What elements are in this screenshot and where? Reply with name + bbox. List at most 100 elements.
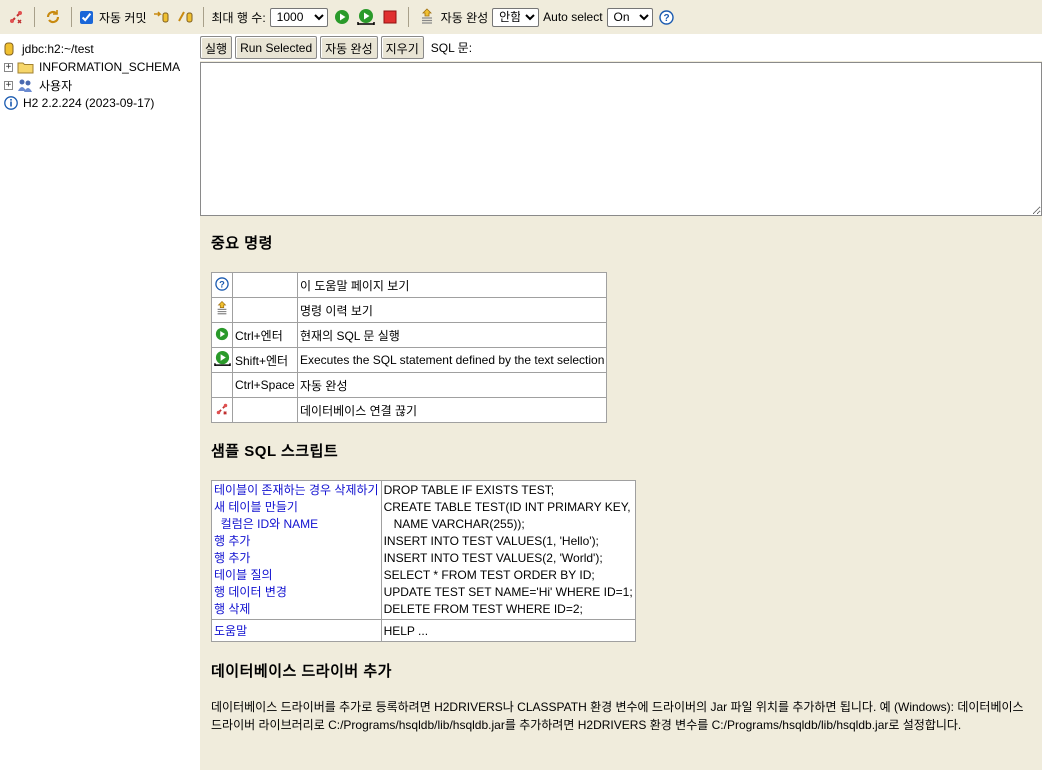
sample-sql-table: 테이블이 존재하는 경우 삭제하기 새 테이블 만들기 컬럼은 ID와 NAME 행… [211,480,636,642]
toolbar-divider [71,7,72,27]
important-commands-title: 중요 명령 [211,235,273,252]
svg-text:?: ? [219,279,225,289]
svg-text:?: ? [663,13,669,24]
sample-links-cell: 테이블이 존재하는 경우 삭제하기 새 테이블 만들기 컬럼은 ID와 NAME 행… [211,480,382,620]
tree-information-schema[interactable]: + INFORMATION_SCHEMA [4,58,200,76]
history-icon[interactable] [417,7,437,27]
sql-statement-label: SQL 문: [430,41,473,55]
run-selected-button[interactable]: Run Selected [235,36,318,59]
main-panel: 실행 Run Selected 자동 완성 지우기 SQL 문: 중요 명령 ?… [200,34,1042,770]
toolbar-divider [407,7,409,27]
object-tree: jdbc:h2:~/test + INFORMATION_SCHEMA + 사용… [0,34,200,770]
shortcut-key: Ctrl+엔터 [232,322,298,348]
tree-connection-label: jdbc:h2:~/test [22,42,94,56]
tree-schema-label: INFORMATION_SCHEMA [39,60,181,74]
sample-link[interactable]: 행 데이터 변경 [214,584,379,601]
command-description: Executes the SQL statement defined by th… [296,347,608,373]
sql-editor[interactable] [200,62,1042,216]
expand-icon[interactable]: + [4,62,13,72]
table-row: 테이블이 존재하는 경우 삭제하기 새 테이블 만들기 컬럼은 ID와 NAME 행… [211,480,636,620]
sample-sql-line: INSERT INTO TEST VALUES(1, 'Hello'); [383,534,599,548]
sample-link[interactable]: 컬럼은 ID와 NAME [214,516,379,533]
run-selected-icon [211,347,233,373]
table-row: 명령 이력 보기 [211,297,608,323]
sample-sql-title: 샘플 SQL 스크립트 [211,443,339,460]
table-row: 도움말 HELP ... [211,619,636,642]
autocommit-checkbox[interactable] [80,10,93,24]
driver-paragraph: 데이터베이스 드라이버를 추가로 등록하려면 H2DRIVERS나 CLASSP… [211,700,1024,732]
database-icon [4,42,17,56]
rollback-icon[interactable] [151,7,171,27]
run-selected-icon[interactable] [356,7,376,27]
command-description: 데이터베이스 연결 끊기 [296,397,608,423]
sample-link[interactable]: 행 추가 [214,550,379,567]
run-icon[interactable] [332,7,352,27]
sample-sql-line: SELECT * FROM TEST ORDER BY ID; [383,568,595,582]
sample-link[interactable]: 테이블이 존재하는 경우 삭제하기 [214,482,379,499]
sample-sql-line: CREATE TABLE TEST(ID INT PRIMARY KEY, [383,500,631,514]
tree-version-label: H2 2.2.224 (2023-09-17) [23,96,155,110]
autoselect-label: Auto select [543,10,603,24]
help-icon[interactable]: ? [657,7,677,27]
folder-icon [17,61,34,74]
help-panel: 중요 명령 ? 이 도움말 페이지 보기 명령 이력 보기 Ctrl+엔터 현재의 SQ… [211,232,1041,734]
clear-button[interactable]: 지우기 [380,36,424,59]
tree-connection[interactable]: jdbc:h2:~/test [4,40,200,58]
run-button[interactable]: 실행 [200,36,233,59]
command-description: 현재의 SQL 문 실행 [296,322,608,348]
sample-sql-cell: DROP TABLE IF EXISTS TEST; CREATE TABLE T… [380,480,636,620]
command-description: 자동 완성 [296,372,608,398]
autocomplete-select[interactable]: 안함 [492,7,540,27]
autocomplete-label: 자동 완성 [440,10,489,25]
command-description: 이 도움말 페이지 보기 [296,272,608,298]
commit-icon[interactable] [175,7,195,27]
max-rows-select[interactable]: 1000 [269,7,328,27]
table-row: ? 이 도움말 페이지 보기 [211,272,608,298]
query-buttonbar: 실행 Run Selected 자동 완성 지우기 SQL 문: [200,34,1042,61]
table-row: Ctrl+Space 자동 완성 [211,372,608,398]
driver-title: 데이터베이스 드라이버 추가 [211,663,392,680]
sample-link[interactable]: 새 테이블 만들기 [214,499,379,516]
table-row: 데이터베이스 연결 끊기 [211,397,608,423]
table-row: Ctrl+엔터 현재의 SQL 문 실행 [211,322,608,348]
run-icon [211,322,233,348]
expand-icon[interactable]: + [4,80,13,90]
shortcut-key [232,297,298,323]
sample-link[interactable]: 테이블 질의 [214,567,379,584]
disconnect-icon [211,397,233,423]
sample-link[interactable]: 행 추가 [214,533,379,550]
info-icon [4,96,18,110]
shortcut-key: Shift+엔터 [232,347,298,373]
sample-sql-line: INSERT INTO TEST VALUES(2, 'World'); [383,551,603,565]
stop-icon[interactable] [380,7,400,27]
help-sql: HELP ... [383,624,429,638]
autocommit-label: 자동 커밋 [99,10,147,25]
sample-link[interactable]: 행 삭제 [214,601,379,618]
shortcut-key: Ctrl+Space [232,372,298,398]
shortcut-key [232,397,298,423]
command-description: 명령 이력 보기 [296,297,608,323]
tree-version: H2 2.2.224 (2023-09-17) [4,94,200,112]
shortcut-key [232,272,298,298]
history-icon [211,297,233,323]
sample-sql-line: UPDATE TEST SET NAME='Hi' WHERE ID=1; [383,585,633,599]
tree-users-label: 사용자 [39,78,73,93]
autoselect-select[interactable]: On [606,7,653,27]
users-icon [17,78,34,93]
refresh-icon[interactable] [43,7,63,27]
disconnect-icon[interactable] [6,7,26,27]
max-rows-label: 최대 행 수: [211,10,266,25]
help-icon: ? [211,272,233,298]
sample-sql-line: DELETE FROM TEST WHERE ID=2; [383,602,583,616]
table-row: Shift+엔터 Executes the SQL statement defin… [211,347,608,373]
commands-table: ? 이 도움말 페이지 보기 명령 이력 보기 Ctrl+엔터 현재의 SQL 문 실행… [211,272,608,423]
empty-icon-cell [211,372,233,398]
sample-sql-line: NAME VARCHAR(255)); [383,517,525,531]
toolbar-divider [202,7,204,27]
toolbar-divider [34,7,35,27]
tree-users[interactable]: + 사용자 [4,76,200,94]
sample-sql-line: DROP TABLE IF EXISTS TEST; [383,483,555,497]
help-link[interactable]: 도움말 [214,623,379,640]
autocomplete-button[interactable]: 자동 완성 [320,36,378,59]
toolbar: 자동 커밋 최대 행 수: 1000 자동 완성 안함 Auto select … [0,0,1042,34]
